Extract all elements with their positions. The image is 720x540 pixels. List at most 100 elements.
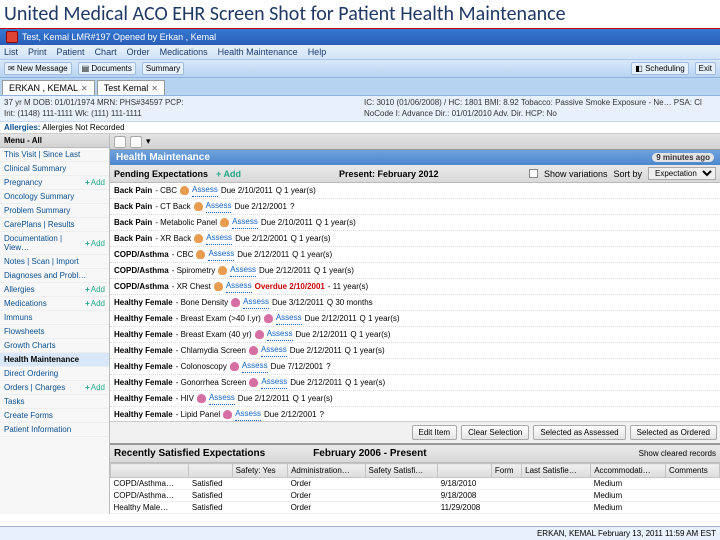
dropdown-icon[interactable]: ▾ — [146, 136, 151, 147]
menu-print[interactable]: Print — [28, 47, 47, 57]
action-button[interactable]: Selected as Assessed — [533, 425, 625, 440]
table-header[interactable]: Safety: Yes — [232, 464, 287, 478]
sidebar-item[interactable]: Patient Information — [0, 423, 109, 437]
action-button[interactable]: Clear Selection — [461, 425, 529, 440]
table-header[interactable]: Accommodati… — [591, 464, 666, 478]
sidebar-item[interactable]: MedicationsAdd — [0, 297, 109, 311]
sidebar-item[interactable]: PregnancyAdd — [0, 176, 109, 190]
expectation-row[interactable]: Healthy Female - Breast Exam (40 yr) Ass… — [110, 327, 720, 343]
assess-link[interactable]: Assess — [242, 360, 268, 373]
sidebar-item[interactable]: Notes | Scan | Import — [0, 255, 109, 269]
sidebar-item[interactable]: Problem Summary — [0, 204, 109, 218]
table-header[interactable]: Last Satisfie… — [522, 464, 591, 478]
menu-help[interactable]: Help — [308, 47, 327, 57]
toolbar-new-message[interactable]: ✉ New Message — [4, 62, 72, 75]
expectation-row[interactable]: COPD/Asthma - XR Chest Assess Overdue 2/… — [110, 279, 720, 295]
sidebar-item[interactable]: Clinical Summary — [0, 162, 109, 176]
assess-link[interactable]: Assess — [267, 328, 293, 341]
assess-link[interactable]: Assess — [261, 344, 287, 357]
sidebar-add-button[interactable]: Add — [85, 299, 105, 308]
menu-list[interactable]: List — [4, 47, 18, 57]
assess-link[interactable]: Assess — [206, 232, 232, 245]
pending-title: Pending Expectations — [114, 169, 208, 179]
home-icon[interactable] — [114, 136, 126, 148]
assess-link[interactable]: Assess — [206, 200, 232, 213]
back-icon[interactable] — [130, 136, 142, 148]
action-button[interactable]: Edit Item — [412, 425, 458, 440]
patient-tab[interactable]: ERKAN , KEMAL✕ — [2, 80, 95, 95]
table-header[interactable]: Administration… — [288, 464, 365, 478]
menu-order[interactable]: Order — [127, 47, 150, 57]
sidebar-item[interactable]: Health Maintenance — [0, 353, 109, 367]
sidebar-item[interactable]: CarePlans | Results — [0, 218, 109, 232]
sidebar-item[interactable]: Direct Ordering — [0, 367, 109, 381]
assess-link[interactable]: Assess — [208, 248, 234, 261]
toolbar-summary[interactable]: Summary — [142, 62, 184, 75]
sidebar-item[interactable]: Create Forms — [0, 409, 109, 423]
expectation-row[interactable]: Healthy Female - Bone Density Assess Due… — [110, 295, 720, 311]
tab-close-icon[interactable]: ✕ — [81, 84, 88, 93]
patient-info-strip: 37 yr M DOB: 01/01/1974 MRN: PHS#34597 P… — [0, 96, 720, 122]
status-right: ERKAN, KEMAL February 13, 2011 11:59 AM … — [537, 529, 716, 538]
sidebar-item[interactable]: Diagnoses and Probl… — [0, 269, 109, 283]
sidebar-item[interactable]: Flowsheets — [0, 325, 109, 339]
sidebar-item[interactable]: Tasks — [0, 395, 109, 409]
assess-link[interactable]: Assess — [192, 184, 218, 197]
expectation-row[interactable]: COPD/Asthma - Spirometry Assess Due 2/12… — [110, 263, 720, 279]
sidebar-item[interactable]: Documentation | View…Add — [0, 232, 109, 255]
sortby-select[interactable]: Expectation — [648, 167, 716, 180]
toolbar-documents[interactable]: ▤ Documents — [78, 62, 136, 75]
table-row[interactable]: COPD/Asthma…SatisfiedOrder9/18/2008Mediu… — [111, 490, 720, 502]
expectation-row[interactable]: Healthy Female - Gonorrhea Screen Assess… — [110, 375, 720, 391]
assess-link[interactable]: Assess — [261, 376, 287, 389]
expectation-row[interactable]: Healthy Female - Chlamydia Screen Assess… — [110, 343, 720, 359]
expectation-row[interactable]: Back Pain - Metabolic Panel Assess Due 2… — [110, 215, 720, 231]
table-header[interactable]: Comments — [666, 464, 720, 478]
sidebar-add-button[interactable]: Add — [85, 239, 105, 248]
expectation-row[interactable]: Healthy Female - HIV Assess Due 2/12/201… — [110, 391, 720, 407]
sidebar-item[interactable]: Oncology Summary — [0, 190, 109, 204]
expectation-row[interactable]: Healthy Female - Lipid Panel Assess Due … — [110, 407, 720, 421]
table-row[interactable]: COPD/Asthma…SatisfiedOrder9/18/2010Mediu… — [111, 478, 720, 490]
menu-health-maintenance[interactable]: Health Maintenance — [218, 47, 298, 57]
tab-close-icon[interactable]: ✕ — [151, 84, 158, 93]
action-button[interactable]: Selected as Ordered — [630, 425, 717, 440]
assess-link[interactable]: Assess — [276, 312, 302, 325]
menu-medications[interactable]: Medications — [160, 47, 208, 57]
table-header[interactable] — [438, 464, 492, 478]
expectation-row[interactable]: Healthy Female - Breast Exam (>40 I.yr) … — [110, 311, 720, 327]
sidebar-add-button[interactable]: Add — [85, 178, 105, 187]
sidebar-item[interactable]: Orders | ChargesAdd — [0, 381, 109, 395]
assess-link[interactable]: Assess — [232, 216, 258, 229]
patient-tab[interactable]: Test Kemal✕ — [97, 80, 165, 95]
close-icon[interactable] — [6, 31, 18, 43]
toolbar-exit[interactable]: Exit — [695, 62, 716, 75]
expectation-row[interactable]: COPD/Asthma - CBC Assess Due 2/12/2011 Q… — [110, 247, 720, 263]
table-header[interactable] — [189, 464, 232, 478]
assess-link[interactable]: Assess — [226, 280, 252, 293]
assess-link[interactable]: Assess — [243, 296, 269, 309]
sidebar-item[interactable]: Growth Charts — [0, 339, 109, 353]
table-header[interactable]: Form — [491, 464, 521, 478]
sidebar-add-button[interactable]: Add — [85, 285, 105, 294]
sidebar-header[interactable]: Menu - All — [0, 134, 109, 148]
menu-patient[interactable]: Patient — [57, 47, 85, 57]
table-header[interactable]: Safety Satisfi… — [365, 464, 438, 478]
sidebar-item[interactable]: Immuns — [0, 311, 109, 325]
assess-link[interactable]: Assess — [209, 392, 235, 405]
expectation-row[interactable]: Back Pain - CBC Assess Due 2/10/2011 Q 1… — [110, 183, 720, 199]
sidebar-item[interactable]: This Visit | Since Last — [0, 148, 109, 162]
toolbar-scheduling[interactable]: ◧ Scheduling — [631, 62, 688, 75]
assess-link[interactable]: Assess — [235, 408, 261, 421]
expectation-row[interactable]: Back Pain - CT Back Assess Due 2/12/2001… — [110, 199, 720, 215]
table-header[interactable] — [111, 464, 189, 478]
show-variations-checkbox[interactable] — [529, 169, 538, 178]
menu-chart[interactable]: Chart — [95, 47, 117, 57]
expectation-row[interactable]: Healthy Female - Colonoscopy Assess Due … — [110, 359, 720, 375]
assess-link[interactable]: Assess — [230, 264, 256, 277]
expectation-row[interactable]: Back Pain - XR Back Assess Due 2/12/2001… — [110, 231, 720, 247]
pending-add-button[interactable]: + Add — [216, 169, 241, 179]
sidebar-item[interactable]: AllergiesAdd — [0, 283, 109, 297]
table-row[interactable]: Healthy Male…SatisfiedOrder11/29/2008Med… — [111, 502, 720, 514]
sidebar-add-button[interactable]: Add — [85, 383, 105, 392]
